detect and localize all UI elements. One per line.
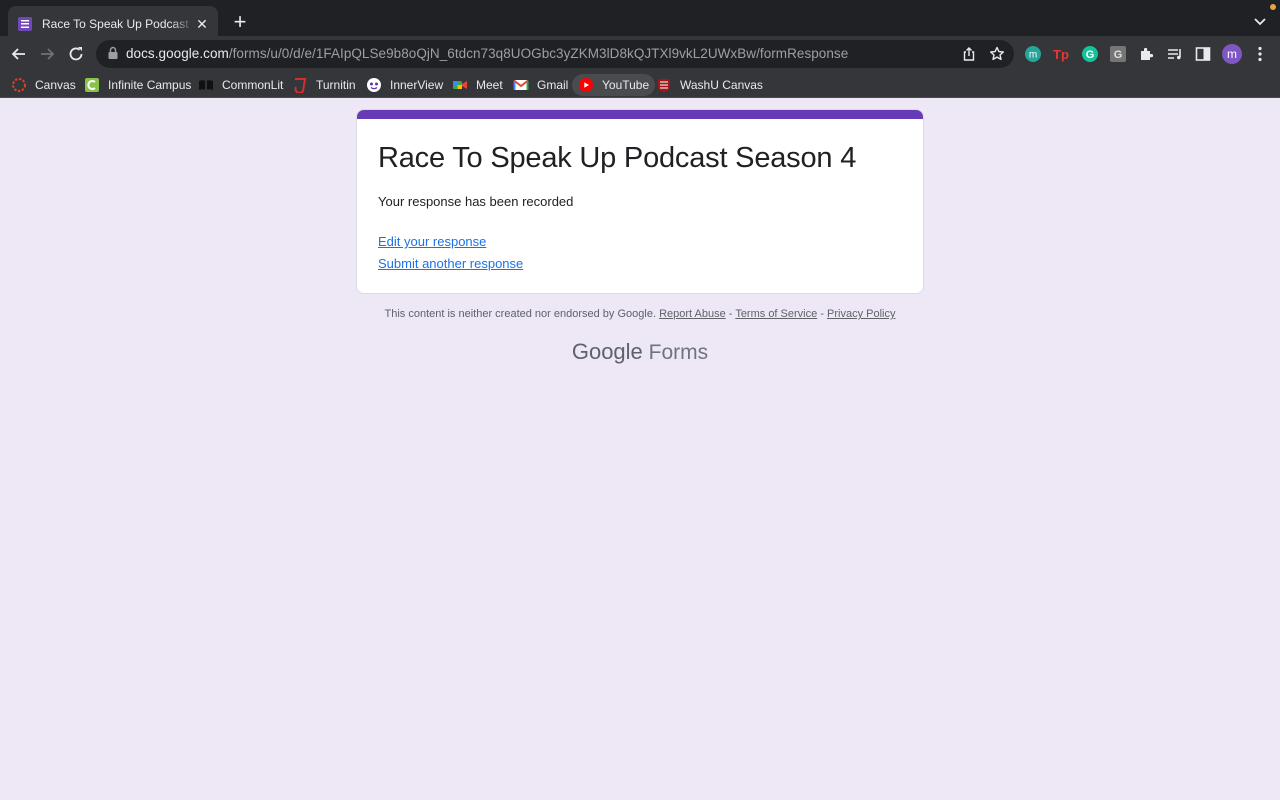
google-forms-logo[interactable]: Google Forms: [0, 339, 1280, 365]
confirmation-message: Your response has been recorded: [378, 194, 574, 209]
extensions-puzzle-icon[interactable]: [1138, 45, 1156, 63]
report-abuse-link[interactable]: Report Abuse: [659, 308, 726, 320]
new-tab-icon[interactable]: +: [229, 11, 251, 33]
bookmark-canvas[interactable]: Canvas: [11, 74, 76, 96]
card-accent-bar: [357, 110, 923, 119]
gmail-icon: [513, 79, 529, 90]
menu-kebab-icon[interactable]: [1251, 45, 1269, 63]
bookmark-turnitin[interactable]: Turnitin: [292, 74, 356, 96]
close-tab-icon[interactable]: ✕: [194, 16, 210, 32]
turnitin-icon: [294, 78, 307, 93]
svg-text:G: G: [1114, 49, 1123, 61]
bookmark-star-icon[interactable]: [988, 45, 1006, 63]
grammarly-icon[interactable]: G: [1081, 45, 1099, 63]
innerview-icon: [367, 78, 381, 92]
bookmark-commonlit[interactable]: CommonLit: [198, 74, 283, 96]
meet-icon: [453, 81, 467, 89]
infinite-campus-icon: [85, 78, 99, 92]
canvas-icon: [12, 78, 26, 92]
edit-response-link[interactable]: Edit your response: [378, 234, 486, 249]
svg-text:G: G: [1086, 49, 1095, 61]
terms-of-service-link[interactable]: Terms of Service: [735, 308, 817, 320]
forward-icon[interactable]: [37, 44, 57, 64]
footer-disclaimer: This content is neither created nor endo…: [384, 308, 896, 320]
back-icon[interactable]: [9, 44, 29, 64]
reload-icon[interactable]: [66, 44, 86, 64]
bookmark-infinite-campus[interactable]: Infinite Campus: [84, 74, 191, 96]
bookmark-washu-canvas[interactable]: WashU Canvas: [656, 74, 763, 96]
notification-dot-icon: [1270, 4, 1276, 10]
lock-icon[interactable]: [107, 46, 119, 60]
svg-text:m: m: [1029, 50, 1037, 61]
chrome-divider: [0, 97, 1280, 98]
url-text[interactable]: docs.google.com/forms/u/0/d/e/1FAIpQLSe9…: [126, 46, 848, 61]
google-forms-favicon-icon: [18, 17, 32, 31]
profile-avatar[interactable]: m: [1222, 44, 1242, 64]
privacy-policy-link[interactable]: Privacy Policy: [827, 308, 895, 320]
media-queue-icon[interactable]: [1166, 45, 1184, 63]
extension-tp-icon[interactable]: Tp: [1052, 45, 1070, 63]
bookmarks-bar: Canvas Infinite Campus CommonLit Turniti…: [0, 72, 1280, 96]
submit-another-response-link[interactable]: Submit another response: [378, 256, 523, 271]
commonlit-icon: [199, 80, 213, 90]
youtube-icon: [579, 78, 593, 92]
washu-icon: [658, 79, 670, 92]
side-panel-icon[interactable]: [1194, 45, 1212, 63]
svg-text:Tp: Tp: [1053, 47, 1069, 62]
tab-search-chevron-icon[interactable]: [1251, 12, 1269, 30]
tab-title: Race To Speak Up Podcast Season 4: [42, 17, 194, 31]
share-icon[interactable]: [960, 45, 978, 63]
bookmark-innerview[interactable]: InnerView: [366, 74, 443, 96]
bookmark-gmail[interactable]: Gmail: [513, 74, 568, 96]
extension-g-box-icon[interactable]: G: [1109, 45, 1127, 63]
google-wordmark: Google: [571, 339, 643, 364]
confirmation-card: Race To Speak Up Podcast Season 4 Your r…: [356, 109, 924, 294]
bookmark-meet[interactable]: Meet: [452, 74, 503, 96]
forms-wordmark: Forms: [648, 341, 709, 364]
extension-m-icon[interactable]: m: [1024, 45, 1042, 63]
bookmark-youtube[interactable]: YouTube: [572, 74, 656, 96]
disclaimer-text: This content is neither created nor endo…: [384, 308, 657, 320]
form-title: Race To Speak Up Podcast Season 4: [378, 142, 857, 174]
